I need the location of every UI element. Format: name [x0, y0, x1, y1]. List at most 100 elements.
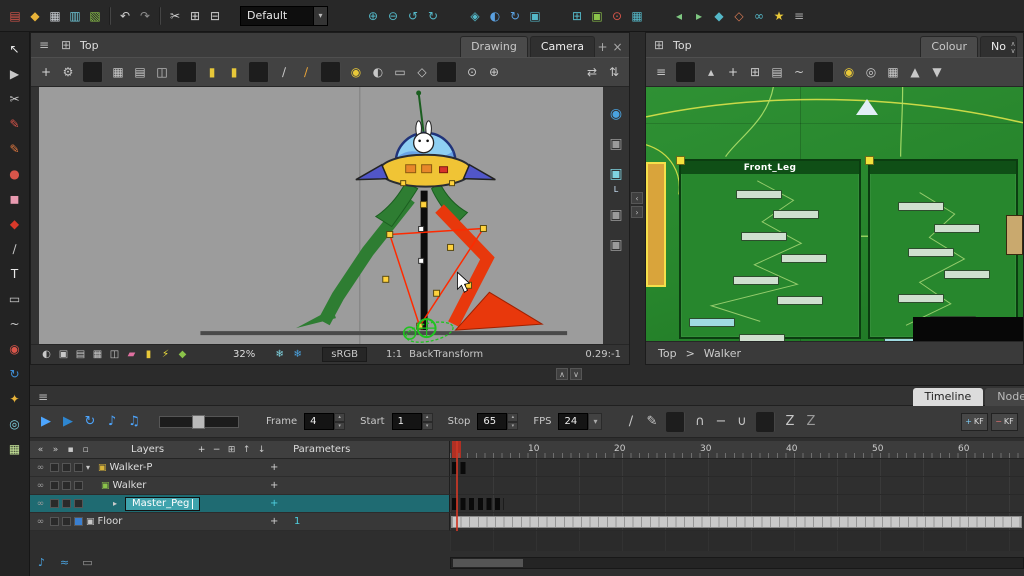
- node-chip[interactable]: [733, 276, 779, 285]
- layer-lock-toggle[interactable]: [62, 499, 71, 508]
- chevron-down-icon[interactable]: ▾: [86, 463, 95, 472]
- layer-name[interactable]: Walker: [113, 480, 147, 491]
- add-group-button[interactable]: ⊞: [225, 443, 238, 456]
- partial-node[interactable]: [1006, 215, 1023, 255]
- order-down-icon[interactable]: ▼: [927, 62, 947, 82]
- layer-options-icon[interactable]: ∞: [34, 499, 47, 509]
- add-composite-icon[interactable]: ⊙: [608, 7, 626, 25]
- breadcrumb-current[interactable]: Walker: [704, 347, 741, 360]
- play-button[interactable]: ▶: [36, 412, 56, 432]
- render-mode-icon[interactable]: ▣: [56, 347, 71, 362]
- ease-editor-icon[interactable]: Z: [801, 412, 820, 432]
- swap-view-icon[interactable]: ⇄: [582, 62, 602, 82]
- layer-name[interactable]: Walker-P: [110, 462, 153, 473]
- spin-up-icon[interactable]: ▴: [422, 413, 433, 422]
- fps-value[interactable]: 24: [558, 413, 588, 430]
- playhead-line[interactable]: [456, 441, 458, 531]
- timeline-horizontal-scrollbar[interactable]: [450, 557, 1024, 569]
- spin-up-icon[interactable]: ▴: [334, 413, 345, 422]
- text-tool-icon[interactable]: T: [6, 265, 24, 282]
- chevron-down-icon[interactable]: ▾: [588, 413, 602, 430]
- magnifier-icon[interactable]: ◎: [861, 62, 881, 82]
- rotate-ccw-icon[interactable]: ↺: [404, 7, 422, 25]
- stop-value[interactable]: 65: [477, 413, 507, 430]
- grid-icon[interactable]: ▦: [108, 62, 128, 82]
- nav-parent-icon[interactable]: ▴: [701, 62, 721, 82]
- playback-speed-slider[interactable]: [159, 416, 239, 428]
- collapse-down-icon[interactable]: ∨: [1007, 48, 1019, 55]
- field-grid-icon[interactable]: ▤: [130, 62, 150, 82]
- splitter-up-icon[interactable]: ∧: [556, 368, 568, 380]
- node-chip[interactable]: [689, 318, 735, 327]
- connect-icon[interactable]: ~: [789, 62, 809, 82]
- hand-tool-icon[interactable]: ✦: [6, 390, 24, 407]
- reset-zoom-icon[interactable]: ⊙: [462, 62, 482, 82]
- node-chip[interactable]: [739, 334, 785, 341]
- add-node-icon[interactable]: +: [723, 62, 743, 82]
- add-parameter-button[interactable]: +: [270, 498, 278, 509]
- color-space-badge[interactable]: sRGB: [322, 347, 367, 362]
- layer-options-icon[interactable]: ∞: [34, 463, 47, 473]
- layer-onion-toggle[interactable]: [74, 463, 83, 472]
- render-view-icon[interactable]: ◐: [486, 7, 504, 25]
- add-layer-button[interactable]: +: [195, 443, 208, 456]
- tab-drawing[interactable]: Drawing: [460, 36, 528, 57]
- light-table-icon[interactable]: ◐: [368, 62, 388, 82]
- loop-button[interactable]: ↻: [80, 412, 100, 432]
- sound-display-icon[interactable]: ♪: [34, 555, 49, 570]
- layer-name-edit-field[interactable]: Master_Peg: [125, 497, 200, 511]
- data-view-icon[interactable]: ▫: [79, 443, 92, 456]
- stop-stepper[interactable]: 65 ▴▾: [477, 413, 518, 430]
- workspace-dropdown[interactable]: Default ▾: [240, 6, 328, 26]
- display-triangle-node[interactable]: [856, 99, 878, 115]
- camera-view-icon[interactable]: ▣: [526, 7, 544, 25]
- layer-row-master-peg[interactable]: ∞ ▸ Master_Peg +: [30, 495, 450, 513]
- node-group-back-leg[interactable]: [868, 159, 1018, 339]
- tab-timeline[interactable]: Timeline: [913, 388, 984, 406]
- horizontal-splitter[interactable]: ∧ ∨: [556, 368, 582, 380]
- display-node-icon[interactable]: ◉: [839, 62, 859, 82]
- show-strokes-icon[interactable]: ◈: [466, 7, 484, 25]
- exposure-bar[interactable]: [451, 516, 1022, 528]
- render-play-button[interactable]: ▶: [58, 412, 78, 432]
- layer-track[interactable]: [450, 513, 1024, 531]
- keyframe-marks[interactable]: [452, 462, 468, 474]
- node-chip[interactable]: [908, 248, 954, 257]
- onion-skin-icon[interactable]: ◉: [346, 62, 366, 82]
- paste-icon[interactable]: ⊟: [206, 7, 224, 25]
- expand-all-icon[interactable]: »: [49, 443, 62, 456]
- group-nodes-icon[interactable]: ⊞: [745, 62, 765, 82]
- node-chip[interactable]: [773, 210, 819, 219]
- pencil-tool-icon[interactable]: ✎: [6, 140, 24, 157]
- lock-icon[interactable]: ▮: [141, 347, 156, 362]
- layer-color-toggle[interactable]: [74, 517, 83, 526]
- line-tool-icon[interactable]: ∕: [6, 240, 24, 257]
- cut-icon[interactable]: ✂: [166, 7, 184, 25]
- copy-icon[interactable]: ⊞: [186, 7, 204, 25]
- timeline-ruler[interactable]: 10 20 30 40 50 60: [450, 441, 1024, 459]
- node-chip[interactable]: [898, 294, 944, 303]
- layer-track[interactable]: [450, 477, 1024, 495]
- eye-icon[interactable]: ◉: [607, 105, 625, 123]
- flash-icon[interactable]: ⚡: [158, 347, 173, 362]
- order-up-icon[interactable]: ▲: [905, 62, 925, 82]
- cutter-tool-icon[interactable]: ✂: [6, 90, 24, 107]
- paint-mode-icon[interactable]: ▰: [124, 347, 139, 362]
- layer-onion-toggle[interactable]: [74, 499, 83, 508]
- lock-icon[interactable]: ▮: [202, 62, 222, 82]
- layer-options-icon[interactable]: ∞: [34, 517, 47, 527]
- tab-colour[interactable]: Colour: [920, 36, 978, 57]
- rename-drawing-icon[interactable]: ✎: [642, 412, 661, 432]
- collapse-all-icon[interactable]: «: [34, 443, 47, 456]
- contour-editor-tool-icon[interactable]: ✎: [6, 115, 24, 132]
- layer-track[interactable]: [450, 495, 1024, 513]
- stamp-tool-icon[interactable]: ◉: [6, 340, 24, 357]
- depth-view-icon[interactable]: ▦: [90, 347, 105, 362]
- chevron-right-icon[interactable]: ▸: [113, 499, 122, 508]
- zoom-in-icon[interactable]: ⊕: [364, 7, 382, 25]
- selected-peg-node[interactable]: [646, 162, 666, 287]
- backdrop-icon[interactable]: ▤: [767, 62, 787, 82]
- frame-stepper[interactable]: 4 ▴▾: [304, 413, 345, 430]
- chevron-down-icon[interactable]: ▾: [313, 7, 327, 25]
- layer-enable-toggle[interactable]: [50, 481, 59, 490]
